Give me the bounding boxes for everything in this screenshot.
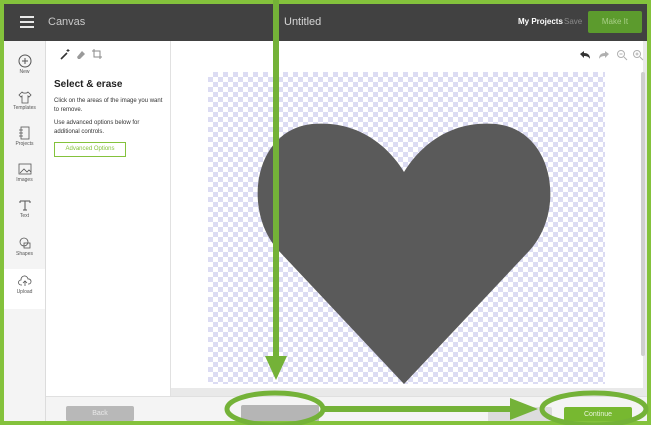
transparency-grid[interactable] (208, 72, 605, 384)
back-button[interactable]: Back (66, 406, 134, 421)
sidebar-item-templates[interactable]: Templates (4, 85, 45, 125)
redo-icon[interactable] (598, 49, 610, 61)
plus-circle-icon (18, 54, 31, 68)
save-button[interactable]: Save (564, 17, 582, 26)
heart-image[interactable] (208, 72, 605, 384)
vertical-scrollbar[interactable] (641, 72, 645, 356)
bottom-bar (46, 396, 647, 421)
zoom-out-icon[interactable] (616, 49, 628, 61)
shapes-icon (19, 237, 30, 249)
sidebar-item-label: Text (19, 213, 30, 219)
sidebar-item-label: New (19, 69, 30, 75)
disabled-button[interactable] (241, 405, 319, 421)
left-sidebar: New Templates Projects Images Text Shape… (4, 41, 46, 421)
eraser-icon[interactable] (75, 48, 87, 60)
sidebar-item-text[interactable]: Text (4, 193, 45, 233)
sidebar-item-label: Images (16, 177, 33, 183)
sidebar-item-upload[interactable]: Upload (4, 269, 45, 309)
text-icon (19, 200, 30, 211)
sidebar-item-label: Templates (13, 105, 36, 111)
secondary-button[interactable] (488, 407, 552, 421)
app-frame: Canvas Untitled My Projects Save Make It… (0, 0, 651, 425)
zoom-in-icon[interactable] (632, 49, 644, 61)
top-bar: Canvas Untitled My Projects Save Make It (4, 4, 647, 41)
upload-cloud-icon (17, 275, 31, 286)
sidebar-item-images[interactable]: Images (4, 157, 45, 197)
sidebar-item-label: Shapes (16, 251, 33, 257)
make-it-button[interactable]: Make It (588, 11, 642, 33)
panel-instructions: Click on the areas of the image you want… (54, 98, 163, 113)
panel-title: Select & erase (54, 79, 123, 90)
sidebar-item-new[interactable]: New (4, 49, 45, 89)
tshirt-icon (17, 91, 32, 104)
crop-icon[interactable] (91, 48, 103, 60)
app-name: Canvas (48, 16, 86, 28)
sidebar-item-shapes[interactable]: Shapes (4, 231, 45, 271)
canvas-toolbar (171, 41, 643, 66)
select-erase-panel: Select & erase Click on the areas of the… (46, 41, 171, 397)
sidebar-item-label: Projects (15, 141, 34, 147)
continue-button[interactable]: Continue (564, 407, 632, 421)
my-projects-link[interactable]: My Projects (518, 17, 563, 26)
projects-icon (18, 126, 29, 140)
sidebar-item-projects[interactable]: Projects (4, 121, 45, 161)
hamburger-menu-icon[interactable] (20, 16, 34, 28)
undo-icon[interactable] (579, 49, 591, 61)
sidebar-item-label: Upload (16, 289, 33, 295)
magic-wand-icon[interactable] (59, 48, 71, 60)
panel-advanced-hint: Use advanced options below for additiona… (54, 120, 140, 135)
image-icon (18, 163, 31, 175)
document-title[interactable]: Untitled (284, 16, 321, 28)
advanced-options-button[interactable]: Advanced Options (54, 142, 126, 157)
